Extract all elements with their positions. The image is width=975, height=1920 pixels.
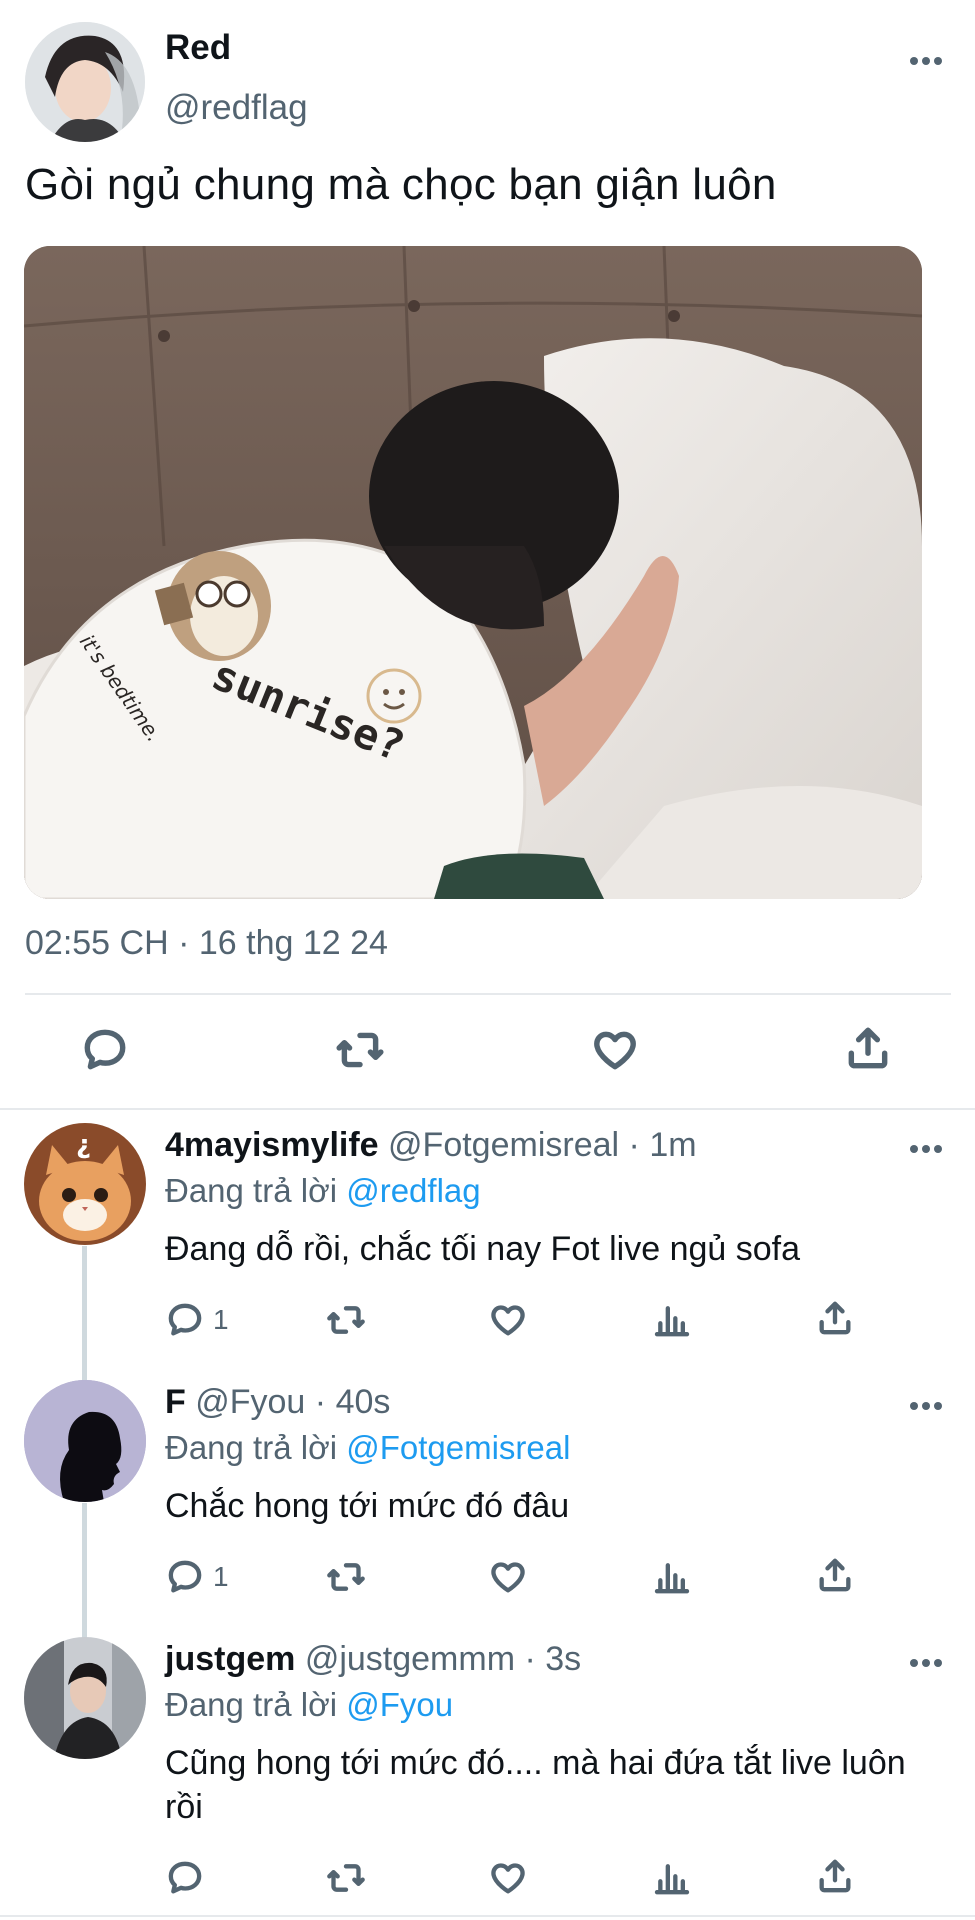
author-handle[interactable]: @redflag xyxy=(165,88,308,128)
tweet-media-photo[interactable]: sunrise? it's bedtime. xyxy=(24,246,922,899)
share-icon[interactable] xyxy=(843,1023,893,1078)
share-icon[interactable] xyxy=(815,1298,855,1338)
divider xyxy=(0,1108,975,1110)
retweet-icon[interactable] xyxy=(325,1300,367,1340)
divider xyxy=(25,993,951,995)
replying-to: Đang trả lời @redflag xyxy=(165,1172,481,1210)
reply-author-name[interactable]: 4mayismylife xyxy=(165,1126,379,1164)
reply-action-bar: 1 xyxy=(165,1557,855,1601)
replying-mention[interactable]: @Fyou xyxy=(346,1686,453,1723)
thread-line xyxy=(82,1503,87,1639)
reply-action-bar xyxy=(165,1858,855,1902)
reply-author-name[interactable]: justgem xyxy=(165,1640,295,1678)
svg-text:¿: ¿ xyxy=(76,1130,91,1160)
reply-avatar[interactable] xyxy=(24,1380,146,1502)
replying-mention[interactable]: @Fotgemisreal xyxy=(346,1429,570,1466)
divider xyxy=(0,1915,975,1917)
reply-header: justgem @justgemmm · 3s xyxy=(165,1640,581,1679)
reply-author-handle[interactable]: @justgemmm xyxy=(305,1640,515,1678)
share-icon[interactable] xyxy=(815,1856,855,1896)
reply-count: 1 xyxy=(213,1304,229,1335)
analytics-icon[interactable] xyxy=(652,1300,692,1340)
replying-mention[interactable]: @redflag xyxy=(346,1172,480,1209)
share-icon[interactable] xyxy=(815,1555,855,1595)
reply-icon[interactable] xyxy=(165,1858,213,1898)
tweet-timestamp[interactable]: 02:55 CH · 16 thg 12 24 xyxy=(25,924,388,963)
more-options-icon[interactable] xyxy=(910,1397,950,1411)
reply-header: 4mayismylife @Fotgemisreal · 1m xyxy=(165,1126,697,1165)
replying-to: Đang trả lời @Fotgemisreal xyxy=(165,1429,570,1467)
retweet-icon[interactable] xyxy=(325,1858,367,1898)
separator-dot: · xyxy=(524,1640,536,1678)
reply-count: 1 xyxy=(213,1561,229,1592)
like-icon[interactable] xyxy=(590,1025,640,1080)
retweet-icon[interactable] xyxy=(325,1557,367,1597)
reply-time[interactable]: 40s xyxy=(336,1383,391,1421)
reply-icon[interactable]: 1 xyxy=(165,1300,229,1340)
reply-action-bar: 1 xyxy=(165,1300,855,1344)
reply-author-handle[interactable]: @Fyou xyxy=(195,1383,305,1421)
reply-text: Cũng hong tới mức đó.... mà hai đứa tắt … xyxy=(165,1744,906,1826)
reply-icon[interactable]: 1 xyxy=(165,1557,229,1597)
reply-time[interactable]: 3s xyxy=(545,1640,581,1678)
analytics-icon[interactable] xyxy=(652,1858,692,1898)
author-avatar[interactable] xyxy=(25,22,145,142)
replying-to: Đang trả lời @Fyou xyxy=(165,1686,453,1724)
reply-author-name[interactable]: F xyxy=(165,1383,186,1421)
like-icon[interactable] xyxy=(488,1858,528,1898)
author-name[interactable]: Red xyxy=(165,28,231,68)
retweet-icon[interactable] xyxy=(334,1025,386,1080)
reply-header: F @Fyou · 40s xyxy=(165,1383,390,1422)
separator-dot: · xyxy=(314,1383,327,1421)
separator-dot: · xyxy=(628,1126,640,1164)
more-options-icon[interactable] xyxy=(910,1654,950,1668)
replying-prefix: Đang trả lời xyxy=(165,1172,338,1209)
more-options-icon[interactable] xyxy=(910,52,950,66)
analytics-icon[interactable] xyxy=(652,1557,692,1597)
tweet-text: Gòi ngủ chung mà chọc bạn giận luôn xyxy=(25,160,777,209)
like-icon[interactable] xyxy=(488,1300,528,1340)
more-options-icon[interactable] xyxy=(910,1140,950,1154)
replying-prefix: Đang trả lời xyxy=(165,1429,338,1466)
reply-avatar[interactable]: ¿ xyxy=(24,1123,146,1245)
like-icon[interactable] xyxy=(488,1557,528,1597)
replying-prefix: Đang trả lời xyxy=(165,1686,338,1723)
reply-avatar[interactable] xyxy=(24,1637,146,1759)
reply-text: Chắc hong tới mức đó đâu xyxy=(165,1487,570,1525)
reply-text: Đang dỗ rồi, chắc tối nay Fot live ngủ s… xyxy=(165,1230,801,1268)
reply-author-handle[interactable]: @Fotgemisreal xyxy=(388,1126,619,1164)
reply-time[interactable]: 1m xyxy=(649,1126,696,1164)
reply-icon[interactable] xyxy=(80,1025,130,1080)
thread-line xyxy=(82,1246,87,1382)
